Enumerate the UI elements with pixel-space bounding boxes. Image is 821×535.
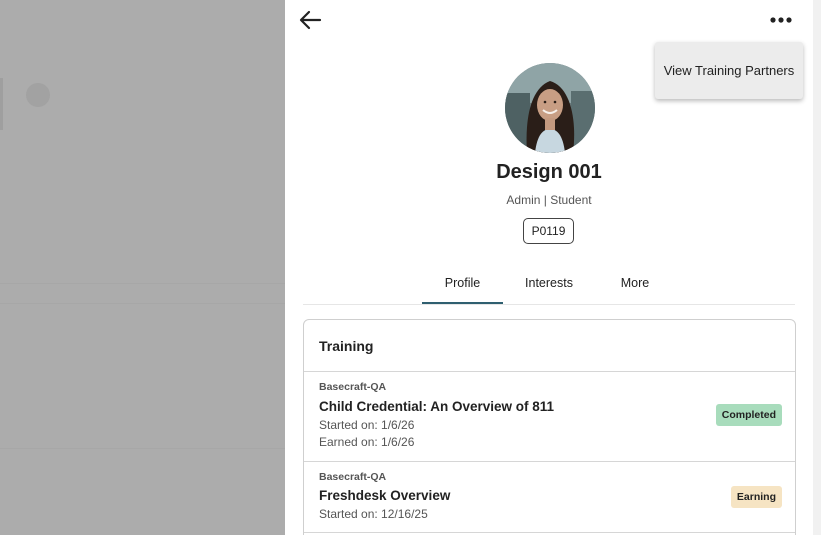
backdrop-icon — [26, 83, 50, 107]
scrollbar[interactable] — [813, 0, 821, 535]
profile-roles: Admin | Student — [506, 193, 592, 207]
tab-interests[interactable]: Interests — [510, 263, 588, 303]
training-item-earned: Earned on: 1/6/26 — [319, 435, 415, 449]
divider — [304, 532, 795, 533]
profile-tabs: Profile Interests More — [303, 263, 795, 305]
more-options-button[interactable] — [767, 10, 795, 30]
training-item-org: Basecraft-QA — [319, 381, 387, 393]
profile-id-badge: P0119 — [523, 218, 574, 244]
tab-more[interactable]: More — [600, 263, 670, 303]
menu-item-view-training-partners[interactable]: View Training Partners — [655, 42, 803, 99]
backdrop-edge — [0, 78, 3, 130]
arrow-left-icon — [299, 10, 322, 30]
training-title: Training — [319, 338, 374, 354]
backdrop-divider — [0, 303, 285, 304]
training-item-title: Child Credential: An Overview of 811 — [319, 399, 555, 414]
status-badge: Completed — [715, 404, 782, 426]
profile-name: Design 001 — [496, 161, 602, 183]
backdrop-divider — [0, 448, 285, 449]
backdrop-divider — [0, 283, 285, 284]
avatar — [505, 63, 595, 153]
training-item-org: Basecraft-QA — [319, 471, 387, 483]
training-item-title: Freshdesk Overview — [319, 488, 451, 503]
training-item-started: Started on: 1/6/26 — [319, 418, 415, 432]
tab-profile[interactable]: Profile — [422, 263, 503, 304]
back-button[interactable] — [298, 8, 324, 32]
options-menu: View Training Partners — [655, 42, 803, 99]
status-badge: Earning — [730, 486, 782, 508]
training-card: Training Basecraft-QA Child Credential: … — [303, 319, 796, 535]
profile-drawer: Design 001 Admin | Student P0119 Profile… — [285, 0, 813, 535]
more-horizontal-icon — [770, 17, 792, 23]
training-item-started: Started on: 12/16/25 — [319, 507, 428, 521]
training-item[interactable]: Basecraft-QA Child Credential: An Overvi… — [304, 372, 795, 462]
training-item[interactable]: Basecraft-QA Freshdesk Overview Started … — [304, 462, 795, 535]
